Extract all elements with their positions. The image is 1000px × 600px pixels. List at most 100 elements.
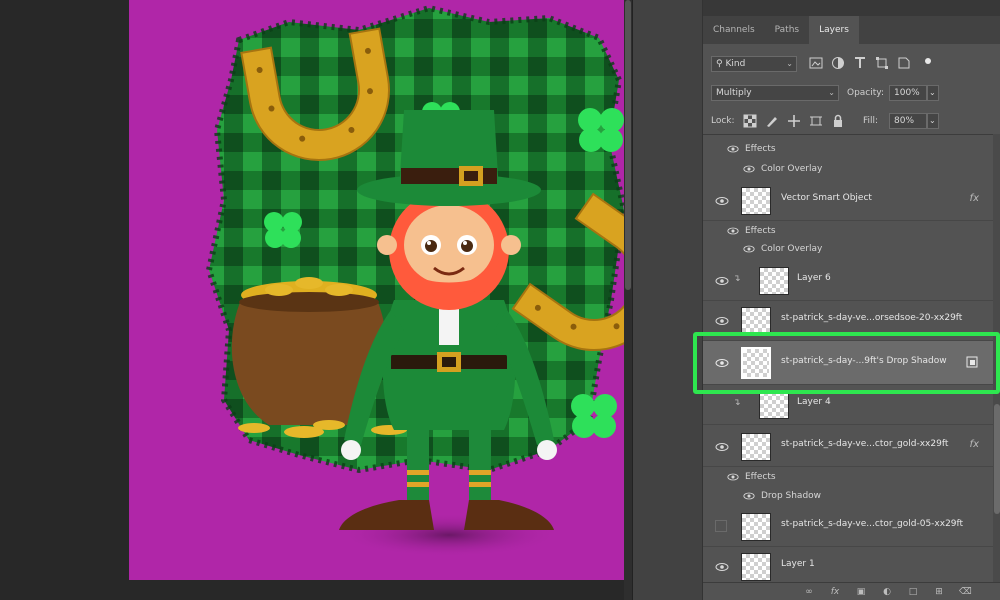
eye-icon[interactable] (715, 314, 729, 328)
canvas-vertical-scrollbar[interactable] (624, 0, 632, 600)
layer-row-gold-05[interactable]: st-patrick_s-day-ve...ctor_gold-05-xx29f… (703, 507, 993, 547)
folder-icon[interactable]: □ (907, 586, 919, 598)
eye-icon[interactable] (715, 440, 729, 454)
link-icon[interactable]: ∞ (803, 586, 815, 598)
layer-name[interactable]: Layer 6 (797, 273, 831, 283)
opacity-value: 100% (894, 88, 920, 98)
tab-paths[interactable]: Paths (765, 16, 809, 44)
layer-effects-row[interactable]: Effects (703, 221, 993, 241)
canvas-area[interactable] (0, 0, 624, 600)
clipping-mask-icon: ↴ (733, 398, 741, 408)
fill-slider-toggle[interactable]: ⌄ (927, 113, 939, 129)
artboard[interactable] (129, 0, 624, 580)
fill-label: Fill: (863, 116, 879, 126)
effect-item-row[interactable]: Color Overlay (703, 159, 993, 179)
eye-icon[interactable] (715, 194, 729, 208)
visibility-off-box[interactable] (715, 520, 727, 532)
layers-panel: Channels Paths Layers ⚲ Kind ⌄ Multiply … (632, 0, 1000, 600)
layer-name[interactable]: st-patrick_s-day-ve...ctor_gold-xx29ft (781, 439, 948, 449)
eye-icon[interactable] (727, 143, 739, 155)
layer-thumbnail (741, 553, 771, 581)
layer-thumbnail (741, 187, 771, 215)
fill-value: 80% (894, 116, 915, 126)
adjustment-filter-icon[interactable] (831, 56, 845, 70)
chevron-down-icon: ⌄ (929, 116, 936, 125)
canvas-scroll-thumb[interactable] (625, 0, 631, 290)
layer-thumbnail (741, 433, 771, 461)
opacity-label: Opacity: (847, 88, 884, 98)
layer-thumbnail (741, 307, 771, 335)
lock-artboard-icon[interactable] (809, 114, 823, 128)
lock-transparent-icon[interactable] (743, 114, 757, 128)
tab-layers[interactable]: Layers (809, 16, 859, 44)
effects-label: Effects (745, 226, 776, 236)
layer-row-layer-6[interactable]: ↴ Layer 6 (703, 261, 993, 301)
fill-input[interactable]: 80% (889, 113, 927, 129)
lock-all-icon[interactable] (831, 114, 845, 128)
eye-icon[interactable] (743, 243, 755, 255)
mask-icon[interactable]: ▣ (855, 586, 867, 598)
panel-tabs: Channels Paths Layers (703, 16, 1000, 44)
new-layer-icon[interactable]: ⊞ (933, 586, 945, 598)
chevron-down-icon: ⌄ (828, 88, 835, 97)
eye-icon[interactable] (743, 163, 755, 175)
layer-name[interactable]: Vector Smart Object (781, 193, 872, 203)
fx-icon[interactable]: fx (970, 439, 979, 450)
eye-icon[interactable] (715, 560, 729, 574)
layer-thumbnail (759, 391, 789, 419)
smart-object-filter-icon[interactable] (897, 56, 911, 70)
layer-thumbnail (759, 267, 789, 295)
layer-effects-row[interactable]: Effects (703, 139, 993, 159)
layer-name[interactable]: Layer 4 (797, 397, 831, 407)
layer-row-gold[interactable]: st-patrick_s-day-ve...ctor_gold-xx29ft f… (703, 427, 993, 467)
lock-row: Lock: Fill: 80% ⌄ (703, 109, 1000, 135)
eye-icon[interactable] (727, 471, 739, 483)
leprechaun-artwork (205, 4, 624, 557)
color-overlay-label: Color Overlay (761, 244, 823, 254)
layers-panel-main: Channels Paths Layers ⚲ Kind ⌄ Multiply … (703, 0, 1000, 600)
effect-item-row[interactable]: Color Overlay (703, 239, 993, 259)
clipping-mask-icon: ↴ (733, 274, 741, 284)
layer-name[interactable]: Layer 1 (781, 559, 815, 569)
photoshop-window: Channels Paths Layers ⚲ Kind ⌄ Multiply … (0, 0, 1000, 600)
filter-kind-select[interactable]: ⚲ Kind ⌄ (711, 56, 797, 72)
opacity-slider-toggle[interactable]: ⌄ (927, 85, 939, 101)
layer-row-layer-1[interactable]: Layer 1 (703, 547, 993, 582)
eye-icon[interactable] (715, 274, 729, 288)
blend-mode-select[interactable]: Multiply ⌄ (711, 85, 839, 101)
lock-move-icon[interactable] (787, 114, 801, 128)
pixel-filter-icon[interactable] (809, 56, 823, 70)
lock-label: Lock: (711, 116, 735, 126)
adjustment-icon[interactable]: ◐ (881, 586, 893, 598)
blend-mode-value: Multiply (716, 88, 752, 98)
search-icon: ⚲ (716, 59, 723, 69)
eye-icon[interactable] (727, 225, 739, 237)
layer-thumbnail (741, 513, 771, 541)
layer-filter-row: ⚲ Kind ⌄ (703, 52, 1000, 78)
blend-row: Multiply ⌄ Opacity: 100% ⌄ (703, 81, 1000, 107)
effect-item-row[interactable]: Drop Shadow (703, 486, 993, 506)
color-overlay-label: Color Overlay (761, 164, 823, 174)
effects-label: Effects (745, 144, 776, 154)
layer-row-vector-smart-object[interactable]: Vector Smart Object fx (703, 181, 993, 221)
layer-name[interactable]: st-patrick_s-day-ve...ctor_gold-05-xx29f… (781, 519, 963, 529)
filter-toggle-icon[interactable] (925, 58, 931, 64)
chevron-down-icon: ⌄ (929, 88, 936, 97)
layer-scroll-thumb[interactable] (994, 404, 1000, 514)
eye-icon[interactable] (743, 490, 755, 502)
fx-icon[interactable]: fx (829, 586, 841, 598)
layer-name[interactable]: st-patrick_s-day-ve...orsedsoe-20-xx29ft (781, 313, 962, 323)
opacity-input[interactable]: 100% (889, 85, 927, 101)
fx-icon[interactable]: fx (970, 193, 979, 204)
lock-brush-icon[interactable] (765, 114, 779, 128)
type-filter-icon[interactable] (853, 56, 867, 70)
layers-bottom-toolbar: ∞ fx ▣ ◐ □ ⊞ ⌫ (703, 582, 1000, 600)
filter-kind-value: Kind (725, 59, 746, 69)
tab-channels[interactable]: Channels (703, 16, 765, 44)
layer-effects-row[interactable]: Effects (703, 467, 993, 487)
chevron-down-icon: ⌄ (786, 59, 793, 68)
trash-icon[interactable]: ⌫ (959, 586, 972, 598)
selected-layer-highlight (693, 332, 1000, 394)
panel-header-bar (703, 0, 1000, 16)
shape-filter-icon[interactable] (875, 56, 889, 70)
